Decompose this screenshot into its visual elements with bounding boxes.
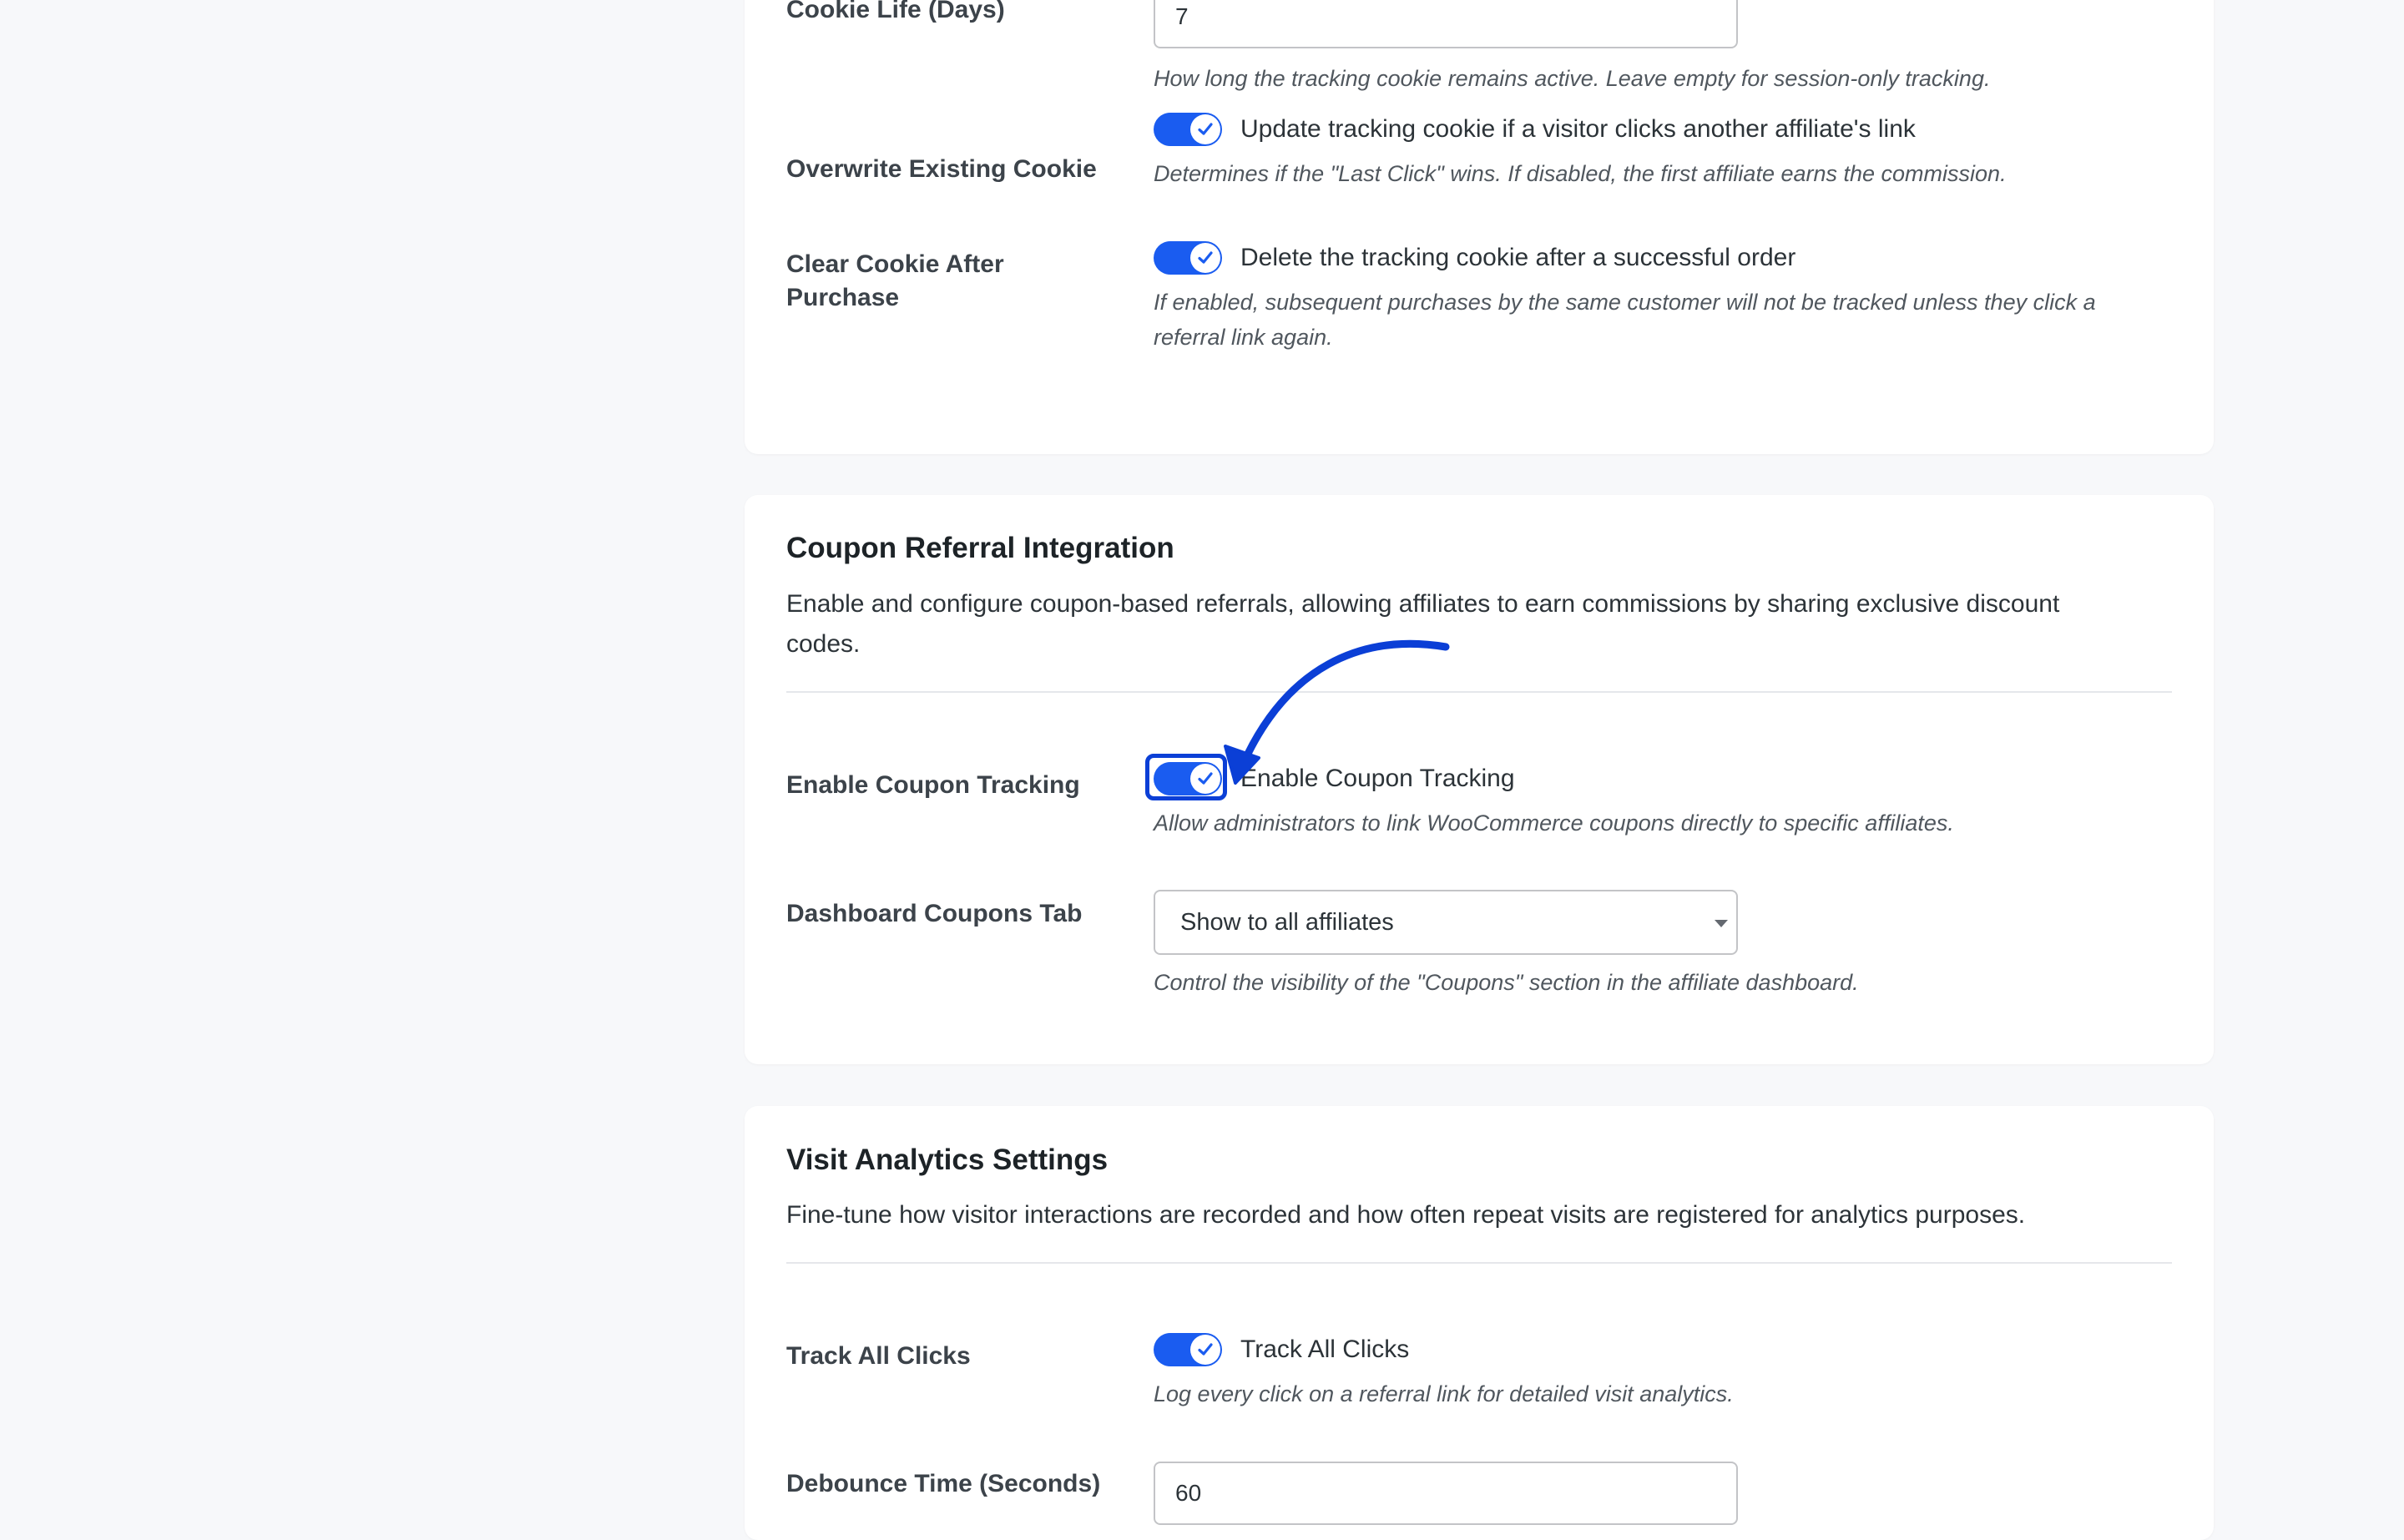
checkmark-icon [1190,243,1220,273]
debounce-time-input[interactable] [1154,1462,1738,1525]
coupon-section-divider [786,691,2172,693]
overwrite-cookie-description: Determines if the "Last Click" wins. If … [1154,161,2007,186]
analytics-section-intro: Fine-tune how visitor interactions are r… [786,1201,2026,1229]
overwrite-cookie-toggle-row: Update tracking cookie if a visitor clic… [1154,111,1916,148]
clear-cookie-toggle-text: Delete the tracking cookie after a succe… [1240,244,1796,271]
coupon-referral-card: Coupon Referral Integration Enable and c… [745,495,2214,1064]
analytics-section-title: Visit Analytics Settings [786,1144,1109,1176]
overwrite-cookie-toggle[interactable] [1154,113,1222,146]
checkmark-icon [1190,764,1220,794]
coupon-section-title: Coupon Referral Integration [786,532,1174,564]
enable-coupon-tracking-toggle-text: Enable Coupon Tracking [1240,765,1515,792]
clear-cookie-description: If enabled, subsequent purchases by the … [1154,290,2096,350]
dashboard-coupons-tab-selected: Show to all affiliates [1180,908,1394,936]
dashboard-coupons-tab-select[interactable]: Show to all affiliates [1154,890,1738,955]
checkmark-icon [1190,114,1220,144]
overwrite-cookie-label: Overwrite Existing Cookie [786,155,1097,183]
debounce-time-label: Debounce Time (Seconds) [786,1470,1101,1497]
track-all-clicks-description: Log every click on a referral link for d… [1154,1381,1734,1406]
cookie-life-input[interactable] [1154,0,1738,48]
cookie-life-label: Cookie Life (Days) [786,0,1005,23]
coupon-section-intro: Enable and configure coupon-based referr… [786,590,2060,658]
dashboard-coupons-tab-description: Control the visibility of the "Coupons" … [1154,970,1859,995]
overwrite-cookie-toggle-text: Update tracking cookie if a visitor clic… [1240,115,1916,143]
track-all-clicks-label: Track All Clicks [786,1342,971,1370]
clear-cookie-toggle[interactable] [1154,241,1222,275]
caret-down-icon [1715,920,1728,927]
enable-coupon-tracking-toggle[interactable] [1145,754,1227,800]
track-all-clicks-toggle-text: Track All Clicks [1240,1336,1410,1363]
dashboard-coupons-tab-label: Dashboard Coupons Tab [786,900,1083,927]
checkmark-icon [1190,1335,1220,1365]
track-all-clicks-toggle-row: Track All Clicks [1154,1331,1409,1368]
analytics-section-divider [786,1262,2172,1264]
enable-coupon-tracking-label: Enable Coupon Tracking [786,771,1080,799]
tracking-settings-card: Cookie Life (Days) How long the tracking… [745,0,2214,454]
visit-analytics-card: Visit Analytics Settings Fine-tune how v… [745,1106,2214,1540]
enable-coupon-tracking-description: Allow administrators to link WooCommerce… [1154,810,1954,836]
clear-cookie-toggle-row: Delete the tracking cookie after a succe… [1154,240,1795,276]
cookie-life-description: How long the tracking cookie remains act… [1154,66,1991,91]
clear-cookie-label: Clear Cookie After Purchase [786,250,1004,311]
enable-coupon-tracking-toggle-row: Enable Coupon Tracking [1145,754,1515,800]
track-all-clicks-toggle[interactable] [1154,1333,1222,1366]
